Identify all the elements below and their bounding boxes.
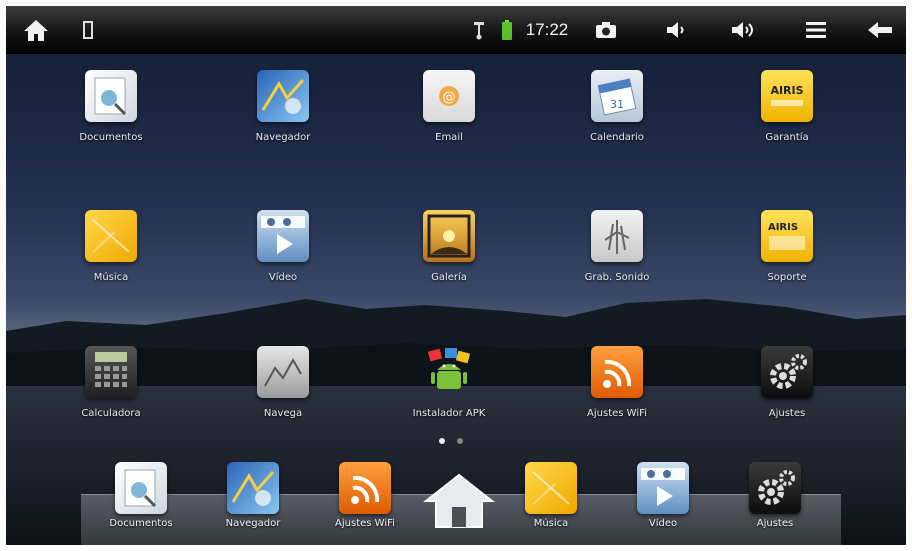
home-button-icon[interactable] [422, 471, 496, 531]
dock-musica[interactable]: Música [496, 462, 606, 529]
documents-icon [115, 462, 167, 514]
app-label: Instalador APK [412, 408, 486, 419]
menu-icon[interactable] [796, 6, 836, 54]
app-ajustes-wifi[interactable]: Ajustes WiFi [552, 346, 682, 419]
video-icon [257, 210, 309, 262]
app-label: Navegador [255, 132, 311, 143]
svg-text:AIRIS: AIRIS [770, 84, 803, 97]
page-indicator[interactable] [439, 438, 463, 444]
app-label: Ajustes [768, 408, 806, 419]
dock-label: Documentos [109, 518, 173, 529]
status-bar: 17:22 [6, 6, 906, 54]
app-label: Música [93, 272, 129, 283]
dock-documentos[interactable]: Documentos [86, 462, 196, 529]
app-instalador-apk[interactable]: Instalador APK [384, 346, 514, 419]
app-label: Galería [431, 272, 467, 283]
dock-ajustes[interactable]: Ajustes [720, 462, 830, 529]
calculator-icon [85, 346, 137, 398]
wifi-settings-icon [339, 462, 391, 514]
app-label: Garantía [765, 132, 809, 143]
app-label: Vídeo [268, 272, 298, 283]
dock-label: Navegador [225, 518, 281, 529]
browser-icon [227, 462, 279, 514]
apk-installer-icon [423, 346, 475, 398]
app-calendario[interactable]: 31 Calendario [552, 70, 682, 143]
gallery-icon [423, 210, 475, 262]
dock-label: Ajustes [756, 518, 794, 529]
app-calculadora[interactable]: Calculadora [46, 346, 176, 419]
app-garantia[interactable]: AIRIS Garantía [722, 70, 852, 143]
app-documentos[interactable]: Documentos [46, 70, 176, 143]
sd-card-icon [76, 6, 100, 54]
app-musica[interactable]: Música [46, 210, 176, 283]
app-grab-sonido[interactable]: Grab. Sonido [552, 210, 682, 283]
video-icon [637, 462, 689, 514]
app-label: Soporte [767, 272, 807, 283]
page-dot-1[interactable] [439, 438, 445, 444]
volume-up-icon[interactable] [722, 6, 766, 54]
app-navegador[interactable]: Navegador [218, 70, 348, 143]
app-label: Calculadora [81, 408, 141, 419]
app-label: Ajustes WiFi [587, 408, 647, 419]
app-navega[interactable]: Navega [218, 346, 348, 419]
app-video[interactable]: Vídeo [218, 210, 348, 283]
app-soporte[interactable]: AIRIS Soporte [722, 210, 852, 283]
page-dot-2[interactable] [457, 438, 463, 444]
home-icon[interactable] [18, 6, 54, 54]
settings-icon [749, 462, 801, 514]
app-label: Navega [263, 408, 303, 419]
app-ajustes[interactable]: Ajustes [722, 346, 852, 419]
airis-warranty-icon: AIRIS [761, 70, 813, 122]
back-icon[interactable] [860, 6, 900, 54]
svg-text:@: @ [443, 90, 456, 105]
calendar-icon: 31 [591, 70, 643, 122]
browser-icon [257, 70, 309, 122]
dock-label: Música [533, 518, 569, 529]
dock-navegador[interactable]: Navegador [198, 462, 308, 529]
email-icon: @ [423, 70, 475, 122]
clock: 17:22 [525, 20, 569, 39]
tablet-screen: 17:22 Documentos Navegador @ Email 31 Ca… [6, 6, 906, 545]
app-galeria[interactable]: Galería [384, 210, 514, 283]
wifi-settings-icon [591, 346, 643, 398]
navega-icon [257, 346, 309, 398]
camera-icon[interactable] [586, 6, 626, 54]
music-icon [525, 462, 577, 514]
usb-icon [468, 6, 490, 54]
svg-text:31: 31 [610, 98, 624, 111]
app-label: Grab. Sonido [584, 272, 650, 283]
dock-label: Ajustes WiFi [335, 518, 395, 529]
svg-text:AIRIS: AIRIS [768, 222, 798, 233]
battery-icon [498, 6, 516, 54]
sound-recorder-icon [591, 210, 643, 262]
volume-down-icon[interactable] [656, 6, 696, 54]
app-email[interactable]: @ Email [384, 70, 514, 143]
airis-support-icon: AIRIS [761, 210, 813, 262]
dock-video[interactable]: Vídeo [608, 462, 718, 529]
app-label: Email [435, 132, 463, 143]
dock-ajustes-wifi[interactable]: Ajustes WiFi [310, 462, 420, 529]
dock-label: Vídeo [648, 518, 678, 529]
app-label: Documentos [79, 132, 143, 143]
app-label: Calendario [590, 132, 644, 143]
music-icon [85, 210, 137, 262]
settings-icon [761, 346, 813, 398]
documents-icon [85, 70, 137, 122]
